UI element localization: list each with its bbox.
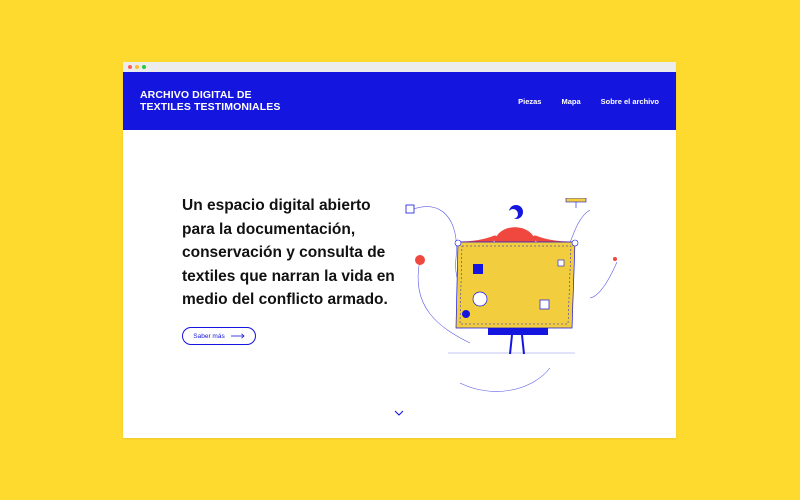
logo-line-2: TEXTILES TESTIMONIALES [140,101,281,113]
maximize-window-button[interactable] [142,65,146,69]
site-logo[interactable]: ARCHIVO DIGITAL DE TEXTILES TESTIMONIALE… [140,89,280,113]
arrow-right-icon [230,333,245,339]
cta-label: Saber más [193,332,225,340]
saber-mas-button[interactable]: Saber más [182,327,256,345]
nav-item-sobre-el-archivo[interactable]: Sobre el archivo [601,97,659,106]
close-window-button[interactable] [128,65,132,69]
hero-headline: Un espacio digital abierto para la docum… [182,197,395,308]
logo-line-1: ARCHIVO DIGITAL DE [140,89,252,101]
site-header: ARCHIVO DIGITAL DE TEXTILES TESTIMONIALE… [123,72,676,130]
chevron-down-icon[interactable] [393,408,405,418]
hero-section: Un espacio digital abierto para la docum… [123,130,676,438]
main-nav: Piezas Mapa Sobre el archivo [518,97,659,106]
minimize-window-button[interactable] [135,65,139,69]
window-titlebar [123,62,676,72]
nav-item-mapa[interactable]: Mapa [561,97,580,106]
nav-item-piezas[interactable]: Piezas [518,97,541,106]
browser-window: ARCHIVO DIGITAL DE TEXTILES TESTIMONIALE… [123,62,676,438]
person-holding-textile-illustration [405,198,618,392]
